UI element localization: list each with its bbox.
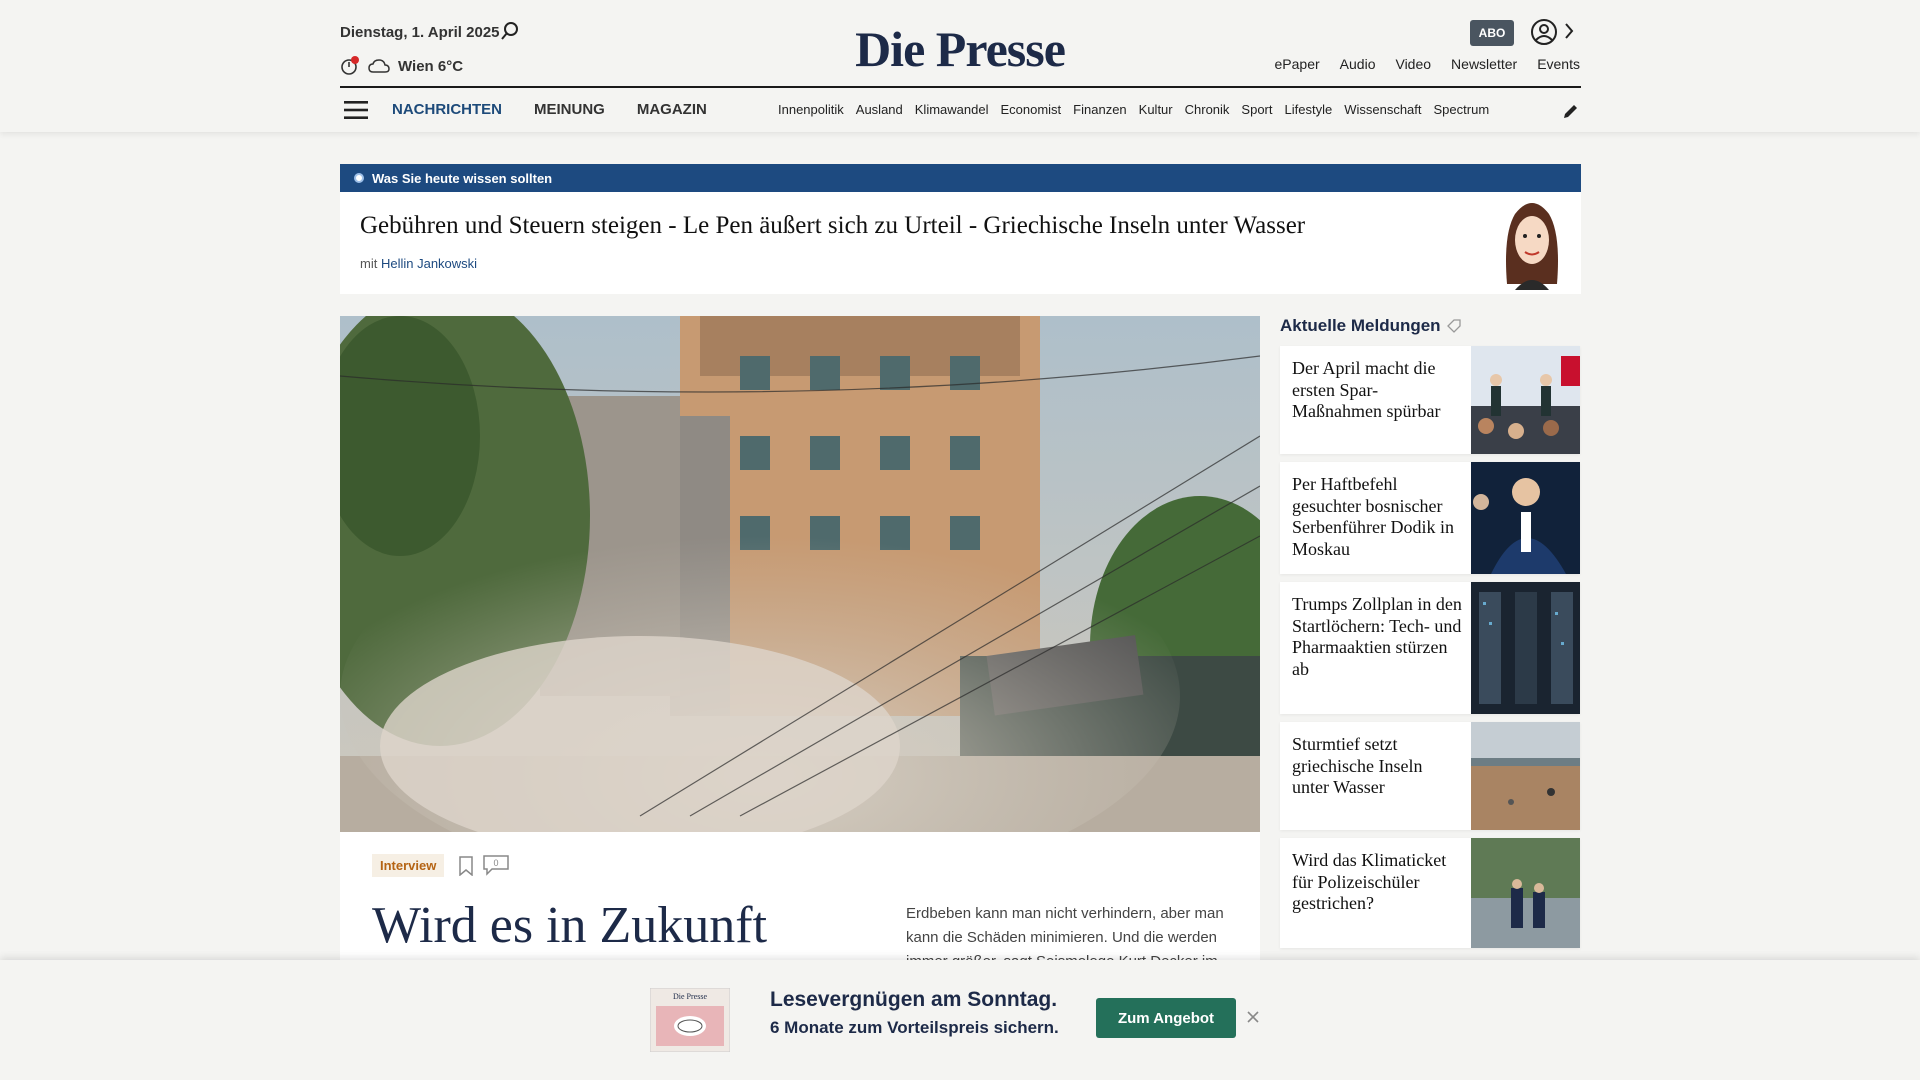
news-thumbnail[interactable] [1471,722,1580,830]
subnav-kultur[interactable]: Kultur [1139,102,1173,117]
news-item[interactable]: Sturmtief setzt griechische Inseln unter… [1280,722,1580,830]
nav-meinung[interactable]: MEINUNG [534,101,605,118]
news-item[interactable]: Trumps Zollplan in den Startlöchern: Tec… [1280,582,1580,714]
banner-title: Lesevergnügen am Sonntag. [770,988,1058,1011]
author-prefix: mit [360,256,378,271]
news-thumbnail[interactable] [1471,838,1580,948]
newspaper-thumbnail[interactable]: Die Presse [650,988,730,1052]
subnav-innenpolitik[interactable]: Innenpolitik [778,102,844,117]
newspaper-masthead: Die Presse [673,992,707,1001]
promo-banner: Die Presse Lesevergnügen am Sonntag. 6 M… [0,960,1920,1080]
news-headline[interactable]: Trumps Zollplan in den Startlöchern: Tec… [1292,594,1462,680]
toplink-events[interactable]: Events [1537,56,1580,72]
news-headline[interactable]: Der April macht die ersten Spar-Maßnahme… [1292,358,1462,423]
chevron-right-icon[interactable] [1564,22,1574,40]
subnav-spectrum[interactable]: Spectrum [1434,102,1490,117]
nav-divider [340,86,1581,88]
news-thumbnail[interactable] [1471,346,1580,454]
hamburger-menu-icon[interactable] [344,100,368,120]
subnav-economist[interactable]: Economist [1000,102,1061,117]
toplink-audio[interactable]: Audio [1340,56,1376,72]
author-name[interactable]: Hellin Jankowski [381,256,477,271]
main-nav: NACHRICHTEN MEINUNG MAGAZIN [392,101,707,118]
close-icon[interactable] [1246,1010,1260,1024]
news-item[interactable]: Der April macht die ersten Spar-Maßnahme… [1280,346,1580,454]
news-headline[interactable]: Per Haftbefehl gesuchter bosnischer Serb… [1292,474,1462,560]
comment-icon[interactable]: 0 [482,854,510,876]
top-links: ePaper Audio Video Newsletter Events [1275,56,1580,72]
hero-image[interactable] [340,316,1260,832]
site-logo[interactable]: Die Presse [0,20,1920,78]
abo-button[interactable]: ABO [1470,20,1514,46]
subnav-ausland[interactable]: Ausland [856,102,903,117]
subnav-finanzen[interactable]: Finanzen [1073,102,1126,117]
author-avatar [1506,203,1558,290]
briefing-headline[interactable]: Gebühren und Steuern steigen - Le Pen äu… [360,212,1305,240]
subnav-chronik[interactable]: Chronik [1185,102,1230,117]
subnav-sport[interactable]: Sport [1241,102,1272,117]
banner-subtitle: 6 Monate zum Vorteilspreis sichern. [770,1018,1059,1037]
section-nav: Innenpolitik Ausland Klimawandel Economi… [778,102,1540,117]
sidebar-title-text: Aktuelle Meldungen [1280,316,1441,335]
news-thumbnail[interactable] [1471,582,1580,714]
subnav-klimawandel[interactable]: Klimawandel [915,102,989,117]
toplink-video[interactable]: Video [1395,56,1431,72]
briefing-author: mit Hellin Jankowski [360,256,477,271]
offer-button[interactable]: Zum Angebot [1096,998,1236,1038]
subnav-lifestyle[interactable]: Lifestyle [1285,102,1333,117]
article-teaser[interactable]: Interview 0 Wird es in Zukunft Erdbeben … [340,832,1260,972]
briefing-card[interactable]: Gebühren und Steuern steigen - Le Pen äu… [340,192,1581,294]
tag-icon [1446,319,1461,333]
live-dot-icon [354,173,364,183]
pencil-icon[interactable] [1562,102,1580,120]
bookmark-icon[interactable] [458,856,474,876]
news-headline[interactable]: Wird das Klimaticket für Polizeischüler … [1292,850,1462,915]
news-headline[interactable]: Sturmtief setzt griechische Inseln unter… [1292,734,1462,799]
article-title[interactable]: Wird es in Zukunft [372,896,767,955]
subnav-wissenschaft[interactable]: Wissenschaft [1344,102,1421,117]
site-header: Dienstag, 1. April 2025 Wien 6°C Die Pre… [0,0,1920,132]
news-item[interactable]: Wird das Klimaticket für Polizeischüler … [1280,838,1580,948]
briefing-label: Was Sie heute wissen sollten [372,170,553,186]
toplink-epaper[interactable]: ePaper [1275,56,1320,72]
briefing-bar[interactable]: Was Sie heute wissen sollten [340,164,1581,192]
article-tag[interactable]: Interview [372,854,445,877]
comment-count: 0 [493,858,498,868]
user-account-icon[interactable] [1530,18,1558,46]
nav-nachrichten[interactable]: NACHRICHTEN [392,101,502,118]
news-item[interactable]: Per Haftbefehl gesuchter bosnischer Serb… [1280,462,1580,574]
nav-magazin[interactable]: MAGAZIN [637,101,707,118]
sidebar-title: Aktuelle Meldungen [1280,316,1461,336]
toplink-newsletter[interactable]: Newsletter [1451,56,1517,72]
news-thumbnail[interactable] [1471,462,1580,574]
